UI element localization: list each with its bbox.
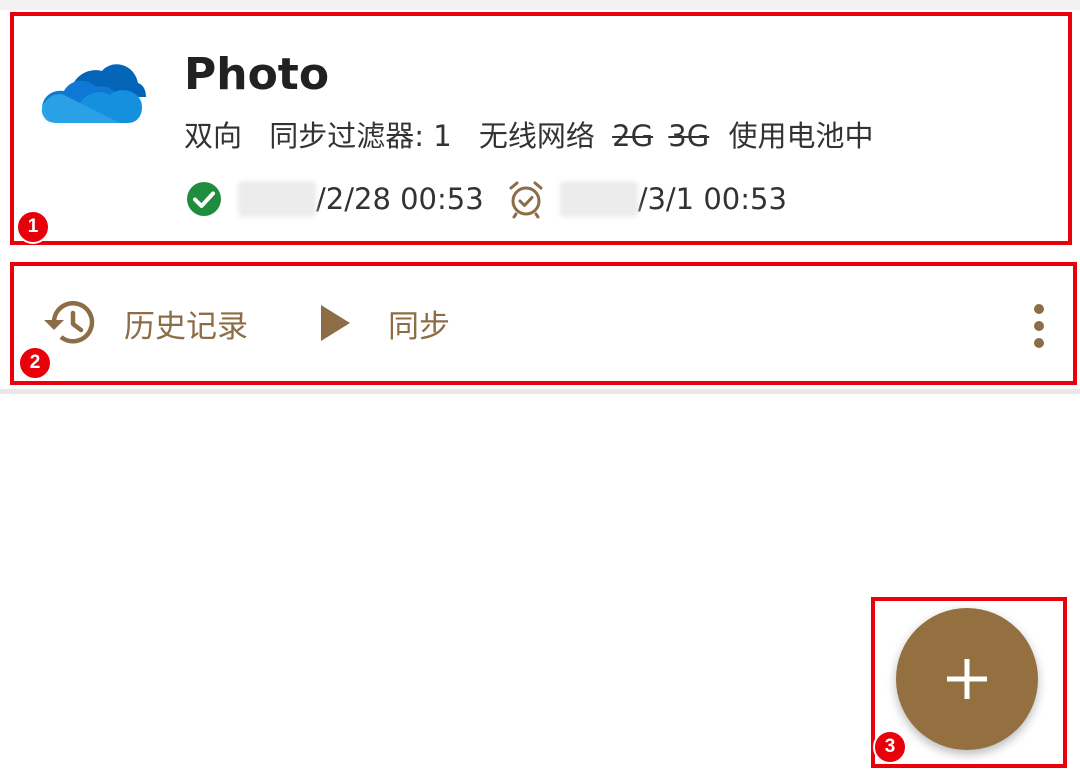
sync-task-card[interactable]: Photo 双向 同步过滤器: 1 无线网络 2G 3G 使用电池中 /2/28… bbox=[12, 13, 1070, 241]
sync-direction: 双向 bbox=[184, 119, 243, 153]
alarm-check-icon bbox=[509, 181, 543, 219]
last-sync-time: /2/28 00:53 bbox=[316, 182, 484, 216]
sync-filter-count: 同步过滤器: 1 bbox=[269, 119, 452, 153]
network-2g-disabled: 2G bbox=[612, 119, 654, 153]
annotation-badge-1: 1 bbox=[16, 210, 50, 244]
task-settings-summary: 双向 同步过滤器: 1 无线网络 2G 3G 使用电池中 bbox=[184, 116, 891, 156]
next-sync-time: /3/1 00:53 bbox=[637, 182, 787, 216]
add-task-button[interactable] bbox=[896, 608, 1038, 750]
annotation-badge-3: 3 bbox=[873, 730, 907, 764]
task-actions-row: 历史记录 同步 bbox=[12, 263, 1076, 383]
top-divider bbox=[0, 0, 1080, 10]
card-divider bbox=[0, 389, 1080, 394]
play-icon bbox=[321, 305, 350, 341]
history-icon bbox=[44, 301, 95, 344]
onedrive-cloud-icon bbox=[41, 64, 146, 123]
sync-now-button[interactable]: 同步 bbox=[318, 297, 450, 349]
more-options-icon[interactable] bbox=[1024, 303, 1054, 349]
network-3g-disabled: 3G bbox=[668, 119, 710, 153]
task-sync-times: /2/28 00:53 /3/1 00:53 bbox=[184, 177, 787, 221]
battery-condition: 使用电池中 bbox=[728, 119, 874, 153]
network-condition: 无线网络 bbox=[478, 119, 595, 153]
annotation-badge-2: 2 bbox=[18, 346, 52, 380]
check-circle-icon bbox=[187, 182, 221, 216]
plus-icon bbox=[947, 659, 987, 699]
history-button[interactable]: 历史记录 bbox=[42, 297, 248, 349]
redacted-year-next bbox=[559, 181, 638, 217]
sync-label: 同步 bbox=[388, 308, 450, 345]
redacted-year bbox=[238, 181, 316, 217]
history-label: 历史记录 bbox=[124, 308, 248, 345]
task-name: Photo bbox=[184, 49, 330, 100]
sync-tasks-screen: Photo 双向 同步过滤器: 1 无线网络 2G 3G 使用电池中 /2/28… bbox=[0, 0, 1080, 784]
